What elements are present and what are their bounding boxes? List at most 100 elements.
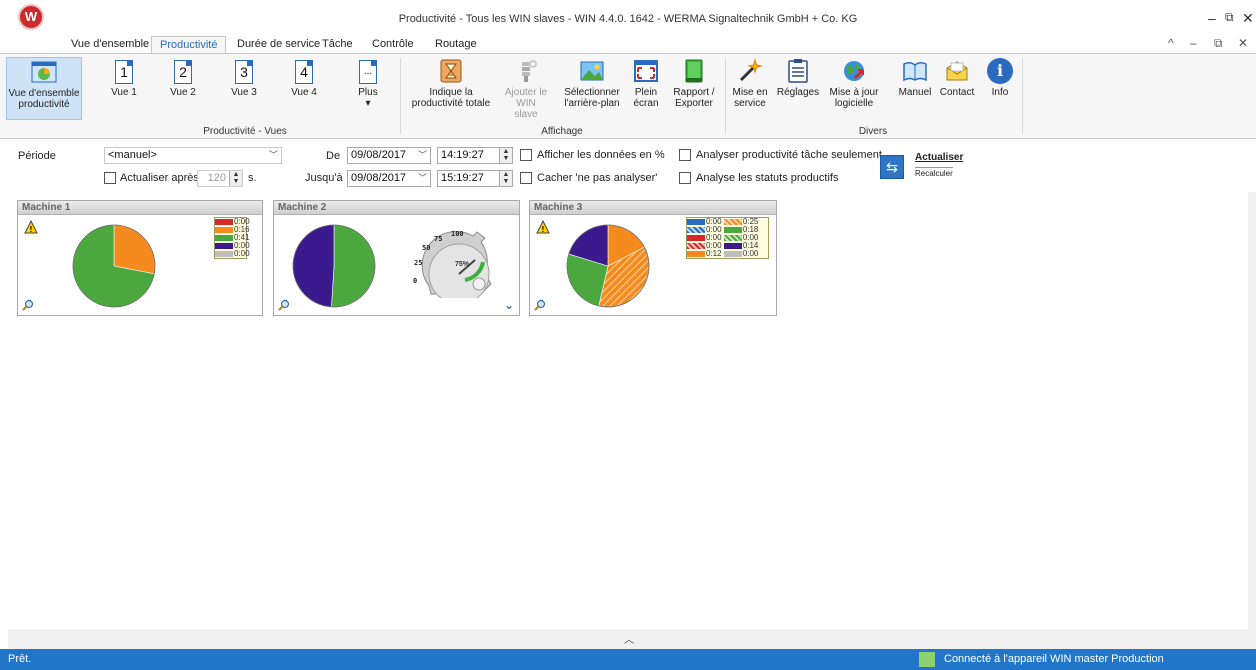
horizontal-scrollbar[interactable]: ︿ bbox=[8, 629, 1256, 649]
spinner-icon[interactable]: ▲ ▼ bbox=[229, 171, 242, 186]
de-time-input[interactable]: 14:19:27 ▲ ▼ bbox=[437, 147, 513, 164]
info-icon: i bbox=[987, 58, 1013, 84]
mise-en-service-button[interactable]: Mise en service bbox=[729, 58, 771, 109]
mdi-close-button[interactable]: ✕ bbox=[1238, 36, 1248, 50]
refresh-icon[interactable]: ⇆ bbox=[880, 155, 904, 179]
legend-row: 0:00 bbox=[215, 250, 250, 258]
spinner-icon[interactable]: ▲ ▼ bbox=[499, 171, 512, 186]
manuel-button[interactable]: Manuel bbox=[895, 58, 935, 98]
legend-row: 0:12 0:00 bbox=[687, 250, 768, 258]
vue-3-button[interactable]: 3 Vue 3 bbox=[226, 58, 262, 98]
gauge-tick: 50 bbox=[422, 244, 431, 252]
mdi-restore-button[interactable]: ⧉ bbox=[1214, 36, 1223, 51]
jusqua-time-input[interactable]: 15:19:27 ▲ ▼ bbox=[437, 170, 513, 187]
chevron-down-icon[interactable]: ⌄ bbox=[504, 298, 514, 312]
rapport-exporter-button[interactable]: Rapport / Exporter bbox=[670, 58, 718, 109]
machine-3-legend: 0:00 0:25 0:00 0:18 0:00 0:00 0:00 0:14 … bbox=[686, 217, 769, 259]
group-label-productivite-vues: Productivité - Vues bbox=[203, 126, 287, 137]
tab-controle[interactable]: Contrôle bbox=[364, 36, 422, 54]
indique-productivite-totale-button[interactable]: Indique la productivité totale bbox=[408, 58, 494, 109]
hourglass-icon bbox=[438, 58, 464, 84]
cacher-ne-pas-analyser-checkbox[interactable] bbox=[520, 172, 532, 184]
plus-button[interactable]: ... Plus ▾ bbox=[350, 58, 386, 109]
seconds-unit: s. bbox=[248, 172, 257, 184]
ribbon: Vue d'ensemble productivité 1 Vue 1 2 Vu… bbox=[0, 53, 1256, 139]
jusqua-date-picker[interactable]: 09/08/2017 ﹀ bbox=[347, 170, 431, 187]
periode-value: <manuel> bbox=[108, 149, 157, 161]
machine-3-pie-chart bbox=[566, 224, 650, 308]
analyse-statuts-label: Analyse les statuts productifs bbox=[696, 172, 839, 184]
contact-label: Contact bbox=[939, 87, 975, 98]
selectionner-arriere-plan-button[interactable]: Sélectionner l'arrière-plan bbox=[560, 58, 624, 109]
close-button[interactable]: ✕ bbox=[1242, 10, 1254, 27]
machine-1-legend: 0:00 0:16 0:41 0:00 0:00 bbox=[214, 217, 250, 259]
group-label-divers: Divers bbox=[858, 126, 888, 137]
actualiser-interval-input[interactable]: 120 ▲ ▼ bbox=[197, 170, 243, 187]
zoom-icon[interactable] bbox=[278, 299, 290, 311]
manuel-label: Manuel bbox=[898, 87, 932, 98]
machine-card-2[interactable]: Machine 2 100 75 50 25 0 75% ⌄ bbox=[273, 200, 520, 316]
tab-routage[interactable]: Routage bbox=[427, 36, 485, 54]
actualiser-apres-checkbox[interactable] bbox=[104, 172, 116, 184]
window-title: Productivité - Tous les WIN slaves - WIN… bbox=[398, 13, 858, 25]
analyser-tache-label: Analyser productivité tâche seulement bbox=[696, 149, 882, 161]
contact-button[interactable]: Contact bbox=[937, 58, 977, 98]
svg-text:!: ! bbox=[542, 225, 545, 234]
vue-4-button[interactable]: 4 Vue 4 bbox=[286, 58, 322, 98]
info-label: Info bbox=[991, 87, 1009, 98]
recalculer-link[interactable]: Recalculer bbox=[915, 167, 953, 178]
analyser-tache-checkbox[interactable] bbox=[679, 149, 691, 161]
settings-list-icon bbox=[785, 58, 811, 84]
ajouter-win-slave-button[interactable]: Ajouter le WIN slave bbox=[504, 58, 548, 120]
afficher-pct-checkbox[interactable] bbox=[520, 149, 532, 161]
title-bar: W Productivité - Tous les WIN slaves - W… bbox=[0, 0, 1256, 34]
report-book-icon bbox=[681, 58, 707, 84]
analyse-statuts-checkbox[interactable] bbox=[679, 172, 691, 184]
plein-ecran-button[interactable]: Plein écran bbox=[630, 58, 662, 109]
vertical-scrollbar[interactable] bbox=[1248, 192, 1256, 629]
mise-a-jour-logicielle-label: Mise à jour logicielle bbox=[829, 87, 879, 109]
chevron-up-icon[interactable]: ︿ bbox=[624, 631, 634, 646]
speed-gauge: 100 75 50 25 0 75% bbox=[413, 224, 497, 305]
vue-densemble-productivite-button[interactable]: Vue d'ensemble productivité bbox=[6, 57, 82, 120]
chevron-down-icon: ﹀ bbox=[268, 150, 278, 160]
connection-indicator bbox=[919, 652, 935, 667]
collapse-ribbon-button[interactable]: ^ bbox=[1168, 36, 1174, 50]
machine-card-3[interactable]: Machine 3 ! 0:00 0:25 0:00 0:18 0:00 0:0… bbox=[529, 200, 777, 316]
page-1-icon: 1 bbox=[111, 58, 137, 84]
status-bar: Prêt. Connecté à l'appareil WIN master P… bbox=[0, 649, 1256, 670]
more-icon: ... bbox=[355, 58, 381, 84]
mdi-minimize-button[interactable]: – bbox=[1190, 36, 1197, 50]
periode-select[interactable]: <manuel> ﹀ bbox=[104, 147, 282, 164]
selectionner-arriere-plan-label: Sélectionner l'arrière-plan bbox=[564, 87, 620, 109]
info-button[interactable]: i Info bbox=[986, 58, 1014, 98]
minimize-button[interactable]: – bbox=[1208, 10, 1216, 26]
tab-tache[interactable]: Tâche bbox=[314, 36, 361, 54]
page-3-icon: 3 bbox=[231, 58, 257, 84]
tab-vue-densemble[interactable]: Vue d'ensemble bbox=[63, 36, 157, 54]
periode-label: Période bbox=[18, 150, 56, 162]
zoom-icon[interactable] bbox=[22, 299, 34, 311]
ajouter-win-slave-label: Ajouter le WIN slave bbox=[504, 87, 548, 120]
restore-button[interactable]: ⧉ bbox=[1225, 10, 1234, 25]
vue-1-button[interactable]: 1 Vue 1 bbox=[106, 58, 142, 98]
manual-book-icon bbox=[902, 58, 928, 84]
page-4-icon: 4 bbox=[291, 58, 317, 84]
vue-2-button[interactable]: 2 Vue 2 bbox=[165, 58, 201, 98]
gauge-value: 75% bbox=[455, 261, 470, 268]
overview-icon bbox=[31, 59, 57, 85]
gauge-tick: 25 bbox=[414, 259, 423, 267]
reglages-button[interactable]: Réglages bbox=[776, 58, 820, 98]
reglages-label: Réglages bbox=[776, 87, 820, 98]
de-date-picker[interactable]: 09/08/2017 ﹀ bbox=[347, 147, 431, 164]
spinner-icon[interactable]: ▲ ▼ bbox=[499, 148, 512, 163]
machine-title: Machine 3 bbox=[530, 201, 776, 215]
warning-icon: ! bbox=[24, 220, 38, 234]
cacher-ne-pas-analyser-label: Cacher 'ne pas analyser' bbox=[537, 172, 658, 184]
tab-productivite[interactable]: Productivité bbox=[151, 36, 227, 54]
mise-a-jour-logicielle-button[interactable]: Mise à jour logicielle bbox=[824, 58, 884, 109]
machine-card-1[interactable]: Machine 1 ! 0:00 0:16 0:41 0:00 0:00 bbox=[17, 200, 263, 316]
zoom-icon[interactable] bbox=[534, 299, 546, 311]
pie-slice bbox=[113, 224, 156, 275]
actualiser-button[interactable]: Actualiser bbox=[915, 152, 963, 163]
